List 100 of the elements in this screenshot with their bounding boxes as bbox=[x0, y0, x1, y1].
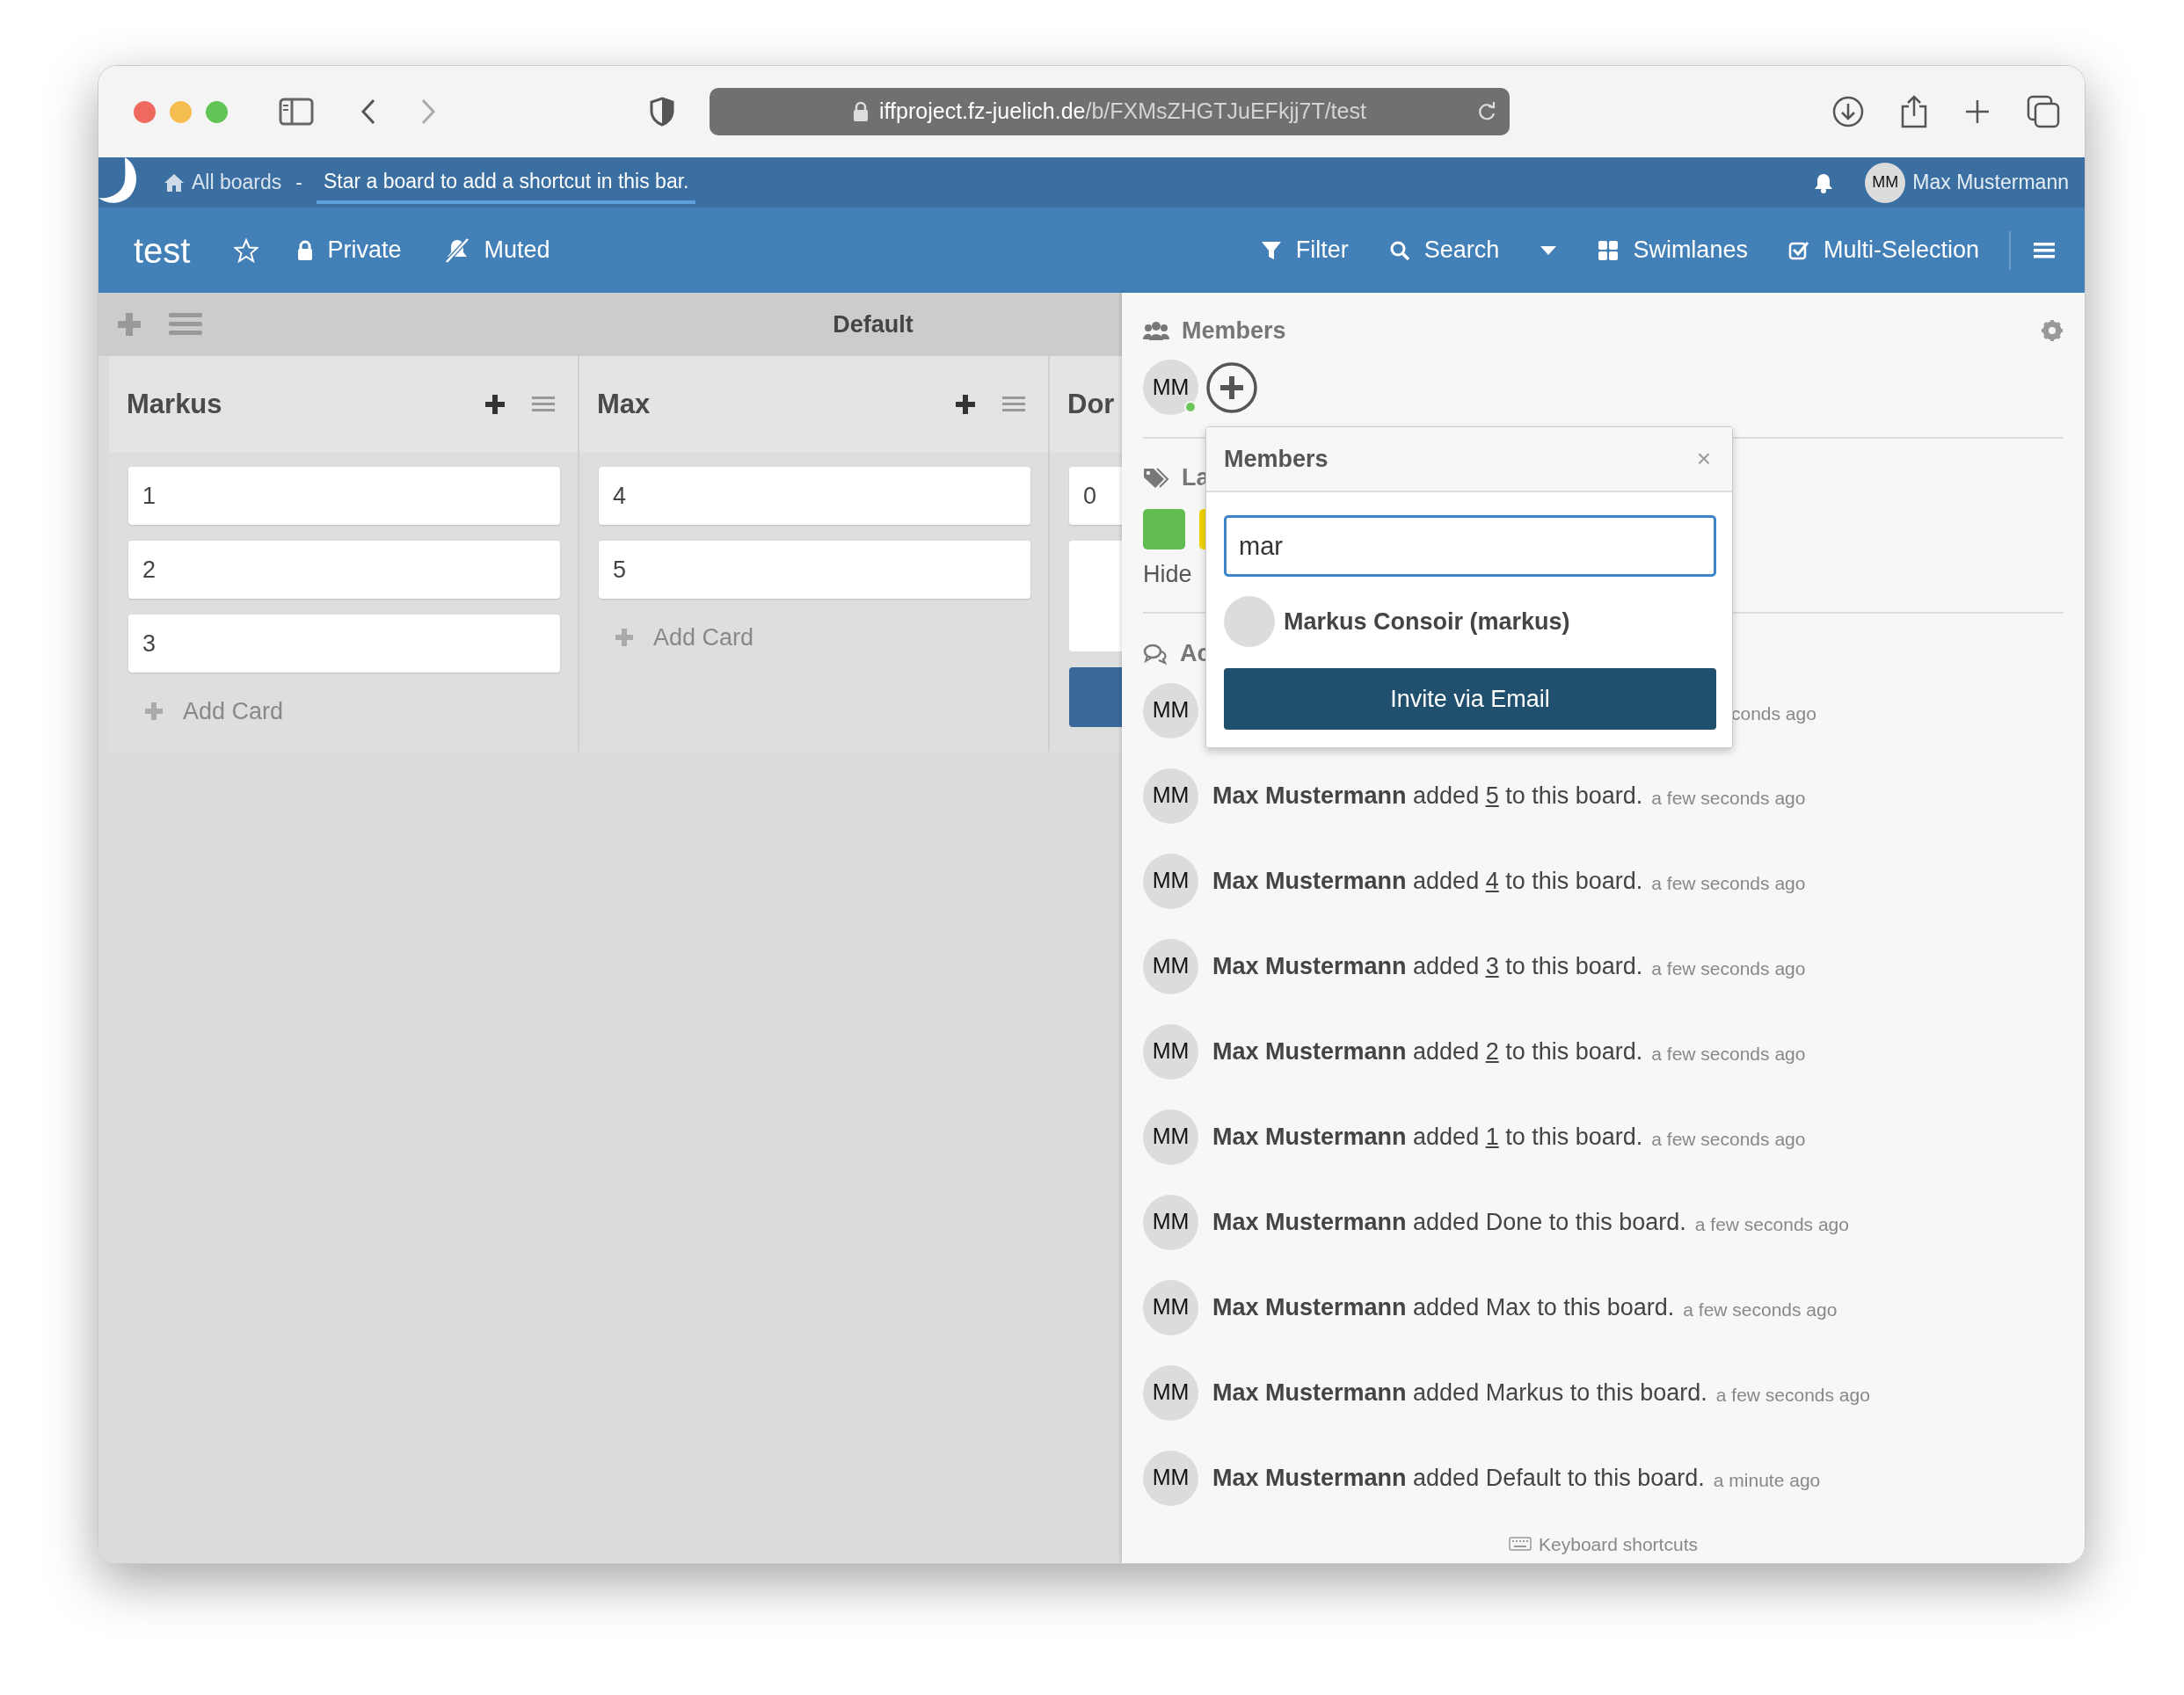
activity-text: Max Mustermann added 4 to this board. bbox=[1212, 866, 1643, 896]
search-button[interactable]: Search bbox=[1388, 232, 1500, 268]
board-title: test bbox=[134, 229, 191, 272]
hide-text[interactable]: Hide bbox=[1143, 557, 1192, 593]
list-title: Dor bbox=[1067, 387, 1116, 421]
member-result[interactable]: Markus Consoir (markus) bbox=[1224, 596, 1570, 647]
card[interactable]: 2 bbox=[128, 541, 560, 599]
hamburger-icon[interactable] bbox=[1002, 396, 1025, 413]
filter-icon bbox=[1260, 239, 1282, 261]
muted-bell-icon bbox=[443, 236, 470, 264]
swimlanes-button[interactable]: Swimlanes bbox=[1598, 232, 1748, 268]
card-link[interactable]: 4 bbox=[1485, 867, 1499, 894]
notification-bell-icon[interactable] bbox=[1814, 171, 1834, 193]
member-avatar[interactable]: MM bbox=[1143, 360, 1198, 415]
user-avatar[interactable]: MM bbox=[1143, 1023, 1198, 1080]
plus-icon[interactable] bbox=[955, 394, 976, 415]
filter-button[interactable]: Filter bbox=[1260, 232, 1349, 268]
search-icon bbox=[1388, 239, 1410, 261]
caret-icon[interactable] bbox=[1540, 244, 1558, 256]
group-icon bbox=[1143, 320, 1169, 341]
activity-text: Max Mustermann added 1 to this board. bbox=[1212, 1122, 1643, 1152]
card[interactable]: 1 bbox=[128, 467, 560, 525]
shortcut-hint: Star a board to add a shortcut in this bar. bbox=[316, 161, 696, 204]
card-link[interactable]: 5 bbox=[1485, 782, 1499, 809]
user-avatar[interactable]: MM bbox=[1143, 1279, 1198, 1335]
add-member-icon[interactable] bbox=[1205, 360, 1258, 414]
card-link[interactable]: 1 bbox=[1485, 1123, 1499, 1150]
popup-title: Members bbox=[1224, 444, 1329, 474]
card-link[interactable]: 2 bbox=[1485, 1037, 1499, 1065]
activity-time: a few seconds ago bbox=[1694, 1213, 1849, 1237]
activity-text: Max Mustermann added 3 to this board. bbox=[1212, 951, 1643, 981]
reload-icon[interactable] bbox=[1476, 101, 1497, 122]
close-window-button[interactable] bbox=[134, 100, 156, 123]
user-avatar[interactable]: MM bbox=[1143, 767, 1198, 824]
tabs-icon[interactable] bbox=[2027, 95, 2060, 128]
sidebar-heading: Members bbox=[1182, 316, 1286, 346]
activity-time: a few seconds ago bbox=[1651, 872, 1806, 896]
lock-icon bbox=[297, 239, 314, 261]
card[interactable]: 4 bbox=[599, 467, 1030, 525]
label-swatch[interactable] bbox=[1143, 509, 1185, 549]
forward-icon[interactable] bbox=[419, 98, 437, 126]
user-avatar[interactable]: MM bbox=[1865, 162, 1906, 203]
activity-text: Max Mustermann added 2 to this board. bbox=[1212, 1037, 1643, 1066]
list-title: Markus bbox=[127, 387, 223, 421]
shield-icon[interactable] bbox=[650, 97, 674, 127]
card-link[interactable]: 3 bbox=[1485, 952, 1499, 979]
download-icon[interactable] bbox=[1831, 95, 1865, 128]
user-avatar[interactable]: MM bbox=[1143, 1364, 1198, 1421]
grid-icon bbox=[1598, 239, 1620, 261]
visibility-button[interactable]: Private bbox=[297, 232, 402, 268]
multiselect-button[interactable]: Multi-Selection bbox=[1787, 232, 1979, 268]
tags-icon bbox=[1143, 467, 1169, 488]
user-name[interactable]: Max Mustermann bbox=[1912, 167, 2069, 198]
star-icon[interactable] bbox=[234, 237, 259, 263]
activity-time: a few seconds ago bbox=[1715, 1384, 1870, 1408]
activity-text: Max Mustermann added Done to this board. bbox=[1212, 1207, 1686, 1237]
activity-text: Max Mustermann added Default to this board. bbox=[1212, 1463, 1705, 1493]
separator: - bbox=[295, 170, 302, 196]
watch-button[interactable]: Muted bbox=[443, 232, 550, 268]
activity-time: a few seconds ago bbox=[1651, 1043, 1806, 1066]
checkbox-icon bbox=[1787, 239, 1809, 261]
plus-icon bbox=[615, 628, 634, 648]
user-avatar[interactable]: MM bbox=[1143, 1194, 1198, 1250]
activity-text: Max Mustermann added 5 to this board. bbox=[1212, 781, 1643, 811]
plus-icon bbox=[144, 702, 164, 722]
card[interactable]: 0 bbox=[1069, 467, 1122, 525]
address-bar[interactable]: iffproject.fz-juelich.de/b/FXMsZHGTJuEFkjj7T/test bbox=[710, 88, 1510, 135]
home-icon[interactable] bbox=[164, 172, 185, 193]
sidebar-icon[interactable] bbox=[279, 98, 314, 126]
speech-bubbles-icon bbox=[1143, 643, 1168, 665]
activity-text: Max Mustermann added Markus to this board. bbox=[1212, 1378, 1707, 1408]
url-text: iffproject.fz-juelich.de/b/FXMsZHGTJuEFkjj7T/test bbox=[879, 98, 1366, 126]
activity-time: a few seconds ago bbox=[1651, 957, 1806, 981]
activity-time: a few seconds ago bbox=[1651, 1128, 1806, 1152]
back-icon[interactable] bbox=[360, 98, 377, 126]
swimlane-title: Default bbox=[832, 309, 914, 339]
activity-time: a few seconds ago bbox=[1683, 1299, 1838, 1322]
invite-button[interactable]: Invite via Email bbox=[1224, 668, 1716, 730]
activity-text: Max Mustermann added Max to this board. bbox=[1212, 1292, 1675, 1322]
activity-time: a few seconds ago bbox=[1651, 787, 1806, 811]
search-field[interactable]: mar bbox=[1224, 515, 1716, 577]
card[interactable]: 5 bbox=[599, 541, 1030, 599]
menu-icon[interactable] bbox=[2034, 241, 2055, 259]
lock-icon bbox=[853, 101, 870, 122]
new-tab-icon[interactable] bbox=[1963, 98, 1991, 126]
user-avatar[interactable]: MM bbox=[1143, 938, 1198, 994]
activity-time: a minute ago bbox=[1713, 1469, 1821, 1493]
user-avatar[interactable]: MM bbox=[1143, 1109, 1198, 1165]
user-avatar[interactable]: MM bbox=[1143, 682, 1198, 738]
plus-icon[interactable] bbox=[484, 394, 506, 415]
keyboard-icon[interactable] bbox=[1509, 1537, 1532, 1552]
user-avatar[interactable]: MM bbox=[1143, 853, 1198, 909]
user-avatar[interactable]: MM bbox=[1143, 1450, 1198, 1506]
settings-icon[interactable] bbox=[2041, 319, 2064, 342]
activity-time: conds ago bbox=[1731, 702, 1816, 726]
share-icon[interactable] bbox=[1900, 94, 1928, 129]
all-boards-link[interactable]: All boards bbox=[192, 167, 282, 198]
hamburger-icon[interactable] bbox=[532, 396, 555, 413]
list-title: Max bbox=[597, 387, 652, 421]
card[interactable]: 3 bbox=[128, 615, 560, 673]
